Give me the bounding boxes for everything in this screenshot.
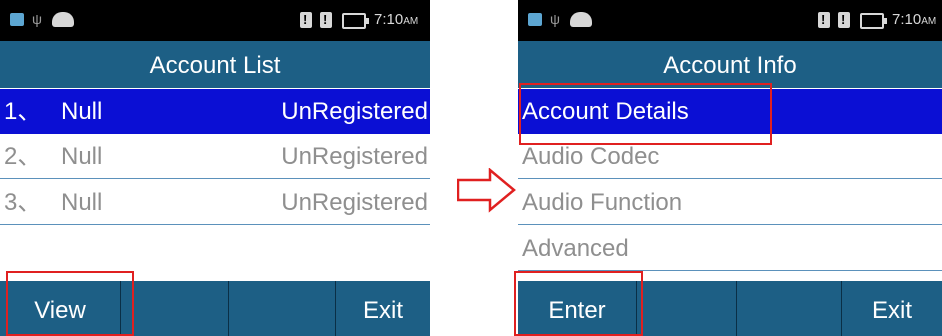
menu-item-audio-function[interactable]: Audio Function [518, 180, 942, 225]
account-number: 1、 [4, 98, 42, 125]
account-status: UnRegistered [281, 143, 428, 170]
arrow-right-icon [457, 168, 516, 213]
account-number: 3、 [4, 189, 42, 216]
battery-icon [342, 13, 369, 29]
highlight-enter-softkey [514, 271, 643, 336]
account-row[interactable]: 3、 Null UnRegistered [0, 180, 430, 225]
account-name: Null [61, 189, 103, 216]
wifi-icon [528, 13, 542, 26]
highlight-account-details [519, 83, 772, 145]
screen-title: Account Info [518, 41, 942, 88]
account-number: 2、 [4, 143, 42, 170]
alert-icon [300, 12, 312, 28]
empty-softkey[interactable] [121, 281, 228, 336]
android-debug-icon [570, 12, 592, 27]
menu-item-label: Advanced [522, 235, 629, 262]
menu-item-label: Audio Function [522, 189, 683, 216]
alert-icon [320, 12, 332, 28]
account-status: UnRegistered [281, 189, 428, 216]
android-debug-icon [52, 12, 74, 27]
battery-icon [860, 13, 887, 29]
exit-softkey[interactable]: Exit [842, 281, 942, 336]
alert-icon [838, 12, 850, 28]
usb-icon: ψ [550, 11, 560, 27]
highlight-view-softkey [6, 271, 134, 336]
account-status: UnRegistered [281, 98, 428, 125]
wifi-icon [10, 13, 24, 26]
account-name: Null [61, 98, 103, 125]
exit-softkey[interactable]: Exit [336, 281, 430, 336]
status-bar: ψ 7:10AM [518, 0, 942, 41]
empty-softkey[interactable] [229, 281, 335, 336]
status-time: 7:10AM [892, 11, 937, 28]
empty-softkey[interactable] [737, 281, 841, 336]
screen-title: Account List [0, 41, 430, 88]
status-time: 7:10AM [374, 11, 419, 28]
empty-softkey[interactable] [637, 281, 736, 336]
account-row[interactable]: 1、 Null UnRegistered [0, 89, 430, 134]
menu-item-advanced[interactable]: Advanced [518, 226, 942, 271]
usb-icon: ψ [32, 11, 42, 27]
status-bar: ψ 7:10AM [0, 0, 430, 41]
account-row[interactable]: 2、 Null UnRegistered [0, 134, 430, 179]
alert-icon [818, 12, 830, 28]
account-name: Null [61, 143, 103, 170]
